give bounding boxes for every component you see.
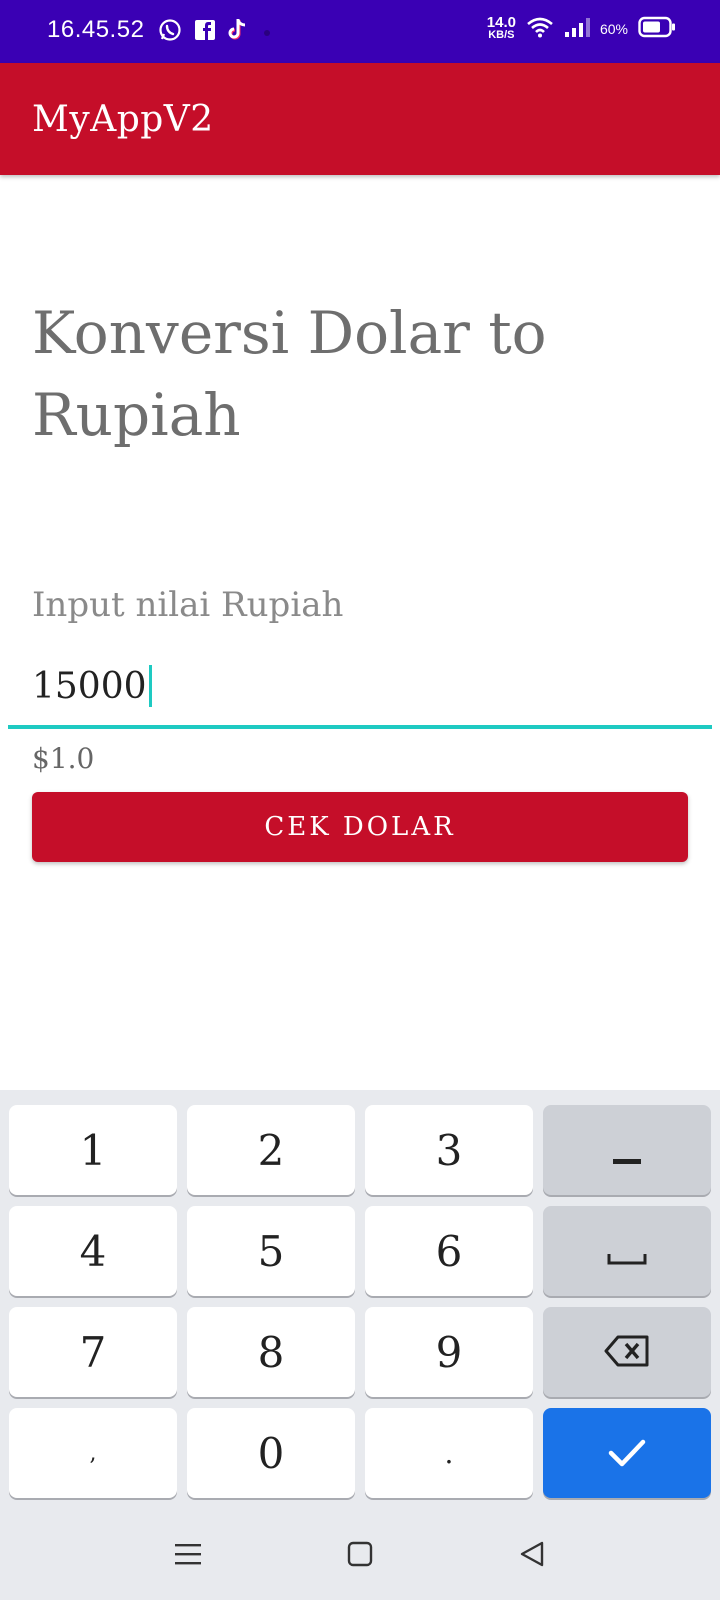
facebook-icon: [194, 19, 216, 45]
check-icon: [608, 1429, 646, 1478]
backspace-icon: [604, 1328, 650, 1377]
net-speed: 14.0 KB/S: [486, 14, 516, 41]
space-icon: [607, 1227, 647, 1276]
status-bar: 16.45.52 14.0 KB/S 60%: [0, 0, 720, 63]
system-icons: 14.0 KB/S 60%: [486, 14, 676, 42]
battery-icon: [638, 16, 676, 42]
home-button[interactable]: [338, 1534, 382, 1578]
cek-dolar-button[interactable]: CEK DOLAR: [32, 792, 688, 862]
text-caret: [148, 665, 152, 707]
back-icon: [519, 1540, 545, 1572]
dot-icon: [262, 23, 272, 42]
key-space[interactable]: [543, 1206, 711, 1296]
key-2[interactable]: 2: [187, 1105, 355, 1195]
key-0[interactable]: 0: [187, 1408, 355, 1498]
key-9[interactable]: 9: [365, 1307, 533, 1397]
tiktok-icon: [228, 18, 250, 46]
menu-button[interactable]: [166, 1534, 210, 1578]
menu-icon: [175, 1542, 201, 1570]
rupiah-input[interactable]: 15000: [8, 645, 712, 729]
wifi-icon: [526, 16, 554, 42]
input-label: Input nilai Rupiah: [32, 585, 344, 625]
signal-icon: [564, 16, 590, 42]
key-3[interactable]: 3: [365, 1105, 533, 1195]
whatsapp-icon: [158, 18, 182, 46]
result-text: $1.0: [32, 742, 95, 775]
key-4[interactable]: 4: [9, 1206, 177, 1296]
key-5[interactable]: 5: [187, 1206, 355, 1296]
key-backspace[interactable]: [543, 1307, 711, 1397]
numeric-keyboard: 1 2 3 4 5 6 7 8 9 , 0 .: [0, 1090, 720, 1512]
key-8[interactable]: 8: [187, 1307, 355, 1397]
home-icon: [347, 1541, 373, 1571]
key-minus[interactable]: [543, 1105, 711, 1195]
app-bar: MyAppV2: [0, 63, 720, 175]
rupiah-input-value: 15000: [32, 665, 152, 707]
page-title: Konversi Dolar to Rupiah: [32, 299, 547, 449]
key-1[interactable]: 1: [9, 1105, 177, 1195]
cek-dolar-label: CEK DOLAR: [264, 812, 456, 842]
key-7[interactable]: 7: [9, 1307, 177, 1397]
notification-icons: [158, 18, 272, 46]
system-nav-bar: [0, 1512, 720, 1600]
status-time: 16.45.52: [47, 16, 145, 43]
app-title: MyAppV2: [32, 99, 214, 140]
key-comma[interactable]: ,: [9, 1408, 177, 1498]
back-button[interactable]: [510, 1534, 554, 1578]
key-6[interactable]: 6: [365, 1206, 533, 1296]
key-done[interactable]: [543, 1408, 711, 1498]
minus-icon: [613, 1126, 641, 1175]
battery-percent: 60%: [599, 21, 628, 37]
key-dot[interactable]: .: [365, 1408, 533, 1498]
